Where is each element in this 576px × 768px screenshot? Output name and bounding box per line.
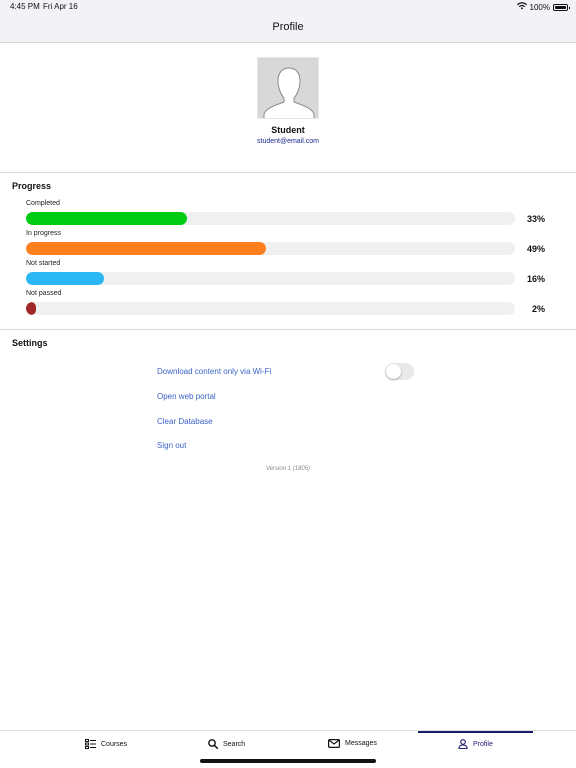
progress-percent-completed: 33% — [526, 214, 545, 224]
progress-label-not-passed: Not passed — [26, 290, 62, 297]
person-silhouette-icon — [257, 57, 319, 119]
progress-label-not-started: Not started — [26, 260, 61, 267]
version-text: Version 1 (1805) — [265, 466, 311, 472]
progress-track-in-progress — [26, 242, 515, 255]
student-name: Student — [271, 125, 305, 135]
wifi-only-label[interactable]: Download content only via Wi-Fi — [157, 367, 271, 376]
tab-courses[interactable]: Courses — [85, 739, 127, 749]
progress-label-completed: Completed — [26, 200, 60, 207]
sign-out-link[interactable]: Sign out — [157, 441, 186, 450]
tab-label-courses: Courses — [101, 740, 128, 748]
tab-label-messages: Messages — [345, 740, 377, 747]
progress-fill-not-passed — [26, 302, 36, 315]
progress-percent-in-progress: 49% — [526, 244, 545, 254]
page-title: Profile — [272, 21, 304, 33]
progress-percent-not-passed: 2% — [531, 304, 545, 314]
settings-title: Settings — [12, 338, 48, 348]
active-tab-indicator — [418, 731, 533, 733]
home-indicator — [200, 759, 376, 763]
tab-label-profile: Profile — [473, 740, 493, 748]
status-right: 100% — [516, 2, 570, 12]
status-date: Fri Apr 16 — [43, 2, 78, 11]
person-icon — [458, 739, 468, 749]
progress-track-not-started — [26, 272, 515, 285]
status-time: 4:45 PM — [10, 2, 40, 11]
student-email: student@email.com — [257, 138, 319, 145]
list-icon — [85, 739, 96, 749]
wifi-icon — [516, 2, 527, 12]
progress-label-in-progress: In progress — [26, 230, 62, 237]
wifi-only-toggle[interactable] — [385, 363, 414, 380]
tab-messages[interactable]: Messages — [328, 739, 377, 748]
search-icon — [208, 739, 218, 749]
progress-fill-not-started — [26, 272, 105, 285]
tab-search[interactable]: Search — [208, 739, 245, 749]
navigation-bar: Profile — [0, 14, 576, 43]
divider — [0, 172, 576, 173]
battery-icon — [553, 3, 570, 11]
envelope-icon — [328, 739, 340, 748]
divider — [0, 329, 576, 330]
tab-label-search: Search — [223, 740, 246, 748]
progress-fill-completed — [26, 212, 188, 225]
progress-title: Progress — [12, 181, 52, 191]
progress-track-completed — [26, 212, 515, 225]
progress-fill-in-progress — [26, 242, 266, 255]
status-bar: 4:45 PM Fri Apr 16 100% — [0, 0, 576, 14]
battery-percent: 100% — [529, 2, 550, 12]
progress-percent-not-started: 16% — [526, 274, 545, 284]
progress-track-not-passed — [26, 302, 515, 315]
tab-profile[interactable]: Profile — [458, 739, 493, 749]
open-web-portal-link[interactable]: Open web portal — [157, 392, 216, 401]
toggle-knob — [386, 364, 401, 379]
clear-database-link[interactable]: Clear Database — [157, 417, 213, 426]
